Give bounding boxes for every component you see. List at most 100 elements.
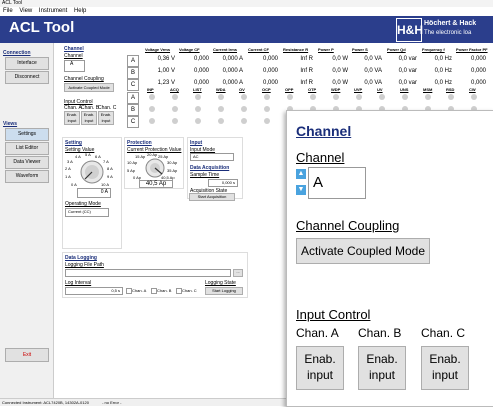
start-logging-button[interactable]: Start Logging xyxy=(205,287,243,295)
data-viewer-button[interactable]: Data Viewer xyxy=(5,156,49,169)
waveform-button[interactable]: Waveform xyxy=(5,170,49,183)
status-led xyxy=(218,118,224,124)
status-led xyxy=(379,94,385,100)
measurement-cell: Inf R xyxy=(300,80,313,86)
menu-instrument[interactable]: Instrument xyxy=(39,8,67,14)
knob-tick: 1 A xyxy=(65,174,71,179)
zoom-enab-input-b-button[interactable]: Enab. input xyxy=(358,346,406,390)
enab-input-a-button[interactable]: Enab. input xyxy=(64,111,80,125)
connection-heading: Connection xyxy=(3,50,31,56)
browse-button[interactable]: ... xyxy=(233,269,243,277)
app-title: ACL Tool xyxy=(9,19,75,36)
log-interval-field[interactable]: 0,5 s xyxy=(65,287,123,295)
col-header: Resistance R xyxy=(283,47,309,52)
knob-tick: 3 A xyxy=(67,159,73,164)
app-banner: ACL Tool H&H Höchert & Hack The electron… xyxy=(0,16,493,43)
status-led xyxy=(356,94,362,100)
input-panel: Input Input Mode AC Data Acquisition Sam… xyxy=(187,137,243,199)
col-header: Current CF xyxy=(248,47,269,52)
zoom-activate-coupled-mode-button[interactable]: Activate Coupled Mode xyxy=(296,238,430,264)
status-led xyxy=(149,118,155,124)
window-title: ACL Tool xyxy=(2,0,23,6)
sample-time-field[interactable]: 0,000 s xyxy=(208,179,238,187)
status-led xyxy=(195,118,201,124)
input-mode-select[interactable]: AC xyxy=(190,153,234,161)
measurement-cell: 0,0 VA xyxy=(364,56,382,62)
row-label-b: B xyxy=(127,67,139,79)
operating-mode-label: Operating Mode xyxy=(65,201,101,207)
channel-heading: Channel xyxy=(64,46,84,52)
setting-value-field[interactable]: 0 A xyxy=(77,188,111,198)
status-row-a: A xyxy=(127,92,139,104)
setting-heading: Setting xyxy=(65,140,82,146)
measurement-cell: 0,0 VA xyxy=(364,68,382,74)
channel-up-arrow-icon[interactable]: ▲ xyxy=(296,169,306,179)
log-chan-a-label: Chan. A xyxy=(132,288,147,293)
measurement-cell: 0,0 Hz xyxy=(434,80,452,86)
status-led xyxy=(172,118,178,124)
measurement-cell: 0,000 A xyxy=(222,56,243,62)
setting-knob[interactable] xyxy=(79,159,105,185)
status-header: MSM xyxy=(423,87,433,92)
status-row-b: B xyxy=(127,104,139,116)
measurement-cell: 0,000 xyxy=(262,68,278,74)
col-header: Voltage Vrms xyxy=(145,47,171,52)
channel-selector[interactable]: A xyxy=(64,60,85,72)
zoom-enab-input-a-button[interactable]: Enab. input xyxy=(296,346,344,390)
log-interval-label: Log Interval xyxy=(65,280,92,286)
measurement-cell: 0,0 Hz xyxy=(434,56,452,62)
enab-input-b-button[interactable]: Enab. input xyxy=(81,111,97,125)
logging-file-path-label: Logging File Path xyxy=(65,262,104,268)
status-led xyxy=(287,94,293,100)
menu-view[interactable]: View xyxy=(19,8,32,14)
measurement-cell: 0,0 var xyxy=(398,56,417,62)
measurement-cell: 1,00 V xyxy=(157,68,175,74)
status-header: LIST xyxy=(193,87,202,92)
status-led xyxy=(425,94,431,100)
protection-tick: 30 Ap xyxy=(167,160,178,165)
protection-value: 40,5 Ap xyxy=(145,181,167,187)
interface-button[interactable]: Interface xyxy=(5,57,49,70)
col-header: Power Factor PF xyxy=(456,47,488,52)
disconnect-button[interactable]: Disconnect xyxy=(5,71,49,84)
status-header: RSD xyxy=(446,87,455,92)
logging-file-path-field[interactable] xyxy=(65,269,231,277)
log-chan-c-label: Chan. C xyxy=(182,288,197,293)
list-editor-button[interactable]: List Editor xyxy=(5,142,49,155)
status-header: ACQ xyxy=(170,87,179,92)
protection-panel: Protection Current Protection Value 15 A… xyxy=(124,137,184,189)
knob-tick: 8 A xyxy=(107,166,113,171)
channel-value: A xyxy=(70,61,74,67)
exit-button[interactable]: Exit xyxy=(5,348,49,362)
settings-button[interactable]: Settings xyxy=(5,128,49,141)
status-led xyxy=(149,106,155,112)
menu-file[interactable]: File xyxy=(3,8,13,14)
zoom-channel-selector[interactable]: A xyxy=(308,167,366,199)
zoom-channel-coupling-label: Channel Coupling xyxy=(296,218,400,233)
log-chan-b-label: Chan. B xyxy=(157,288,172,293)
protection-value-field[interactable]: 40,5 Ap xyxy=(139,180,173,188)
menu-help[interactable]: Help xyxy=(74,8,86,14)
activate-coupled-mode-button[interactable]: Activate Coupled Mode xyxy=(64,83,114,92)
zoom-enab-input-c-button[interactable]: Enab. input xyxy=(421,346,469,390)
log-interval-value: 0,5 s xyxy=(111,288,120,293)
measurement-cell: 0,0 var xyxy=(398,80,417,86)
status-led xyxy=(264,94,270,100)
protection-tick: 20 Ap xyxy=(147,152,158,157)
measurement-cell: 0,0 Hz xyxy=(434,68,452,74)
data-logging-panel: Data Logging Logging File Path ... Log I… xyxy=(62,252,248,298)
company-name: Höchert & Hack xyxy=(424,20,477,27)
measurement-cell: 0,000 xyxy=(470,80,486,86)
connected-instrument-text: Connected Instrument: ACL7420B, 14302A-0… xyxy=(2,400,89,405)
measurement-cell: 0,0 W xyxy=(332,68,348,74)
protection-tick: 10 Ap xyxy=(127,160,138,165)
enab-input-c-button[interactable]: Enab. input xyxy=(98,111,114,125)
channel-down-arrow-icon[interactable]: ▼ xyxy=(296,185,306,195)
status-header: WDP xyxy=(331,87,341,92)
start-acquisition-button[interactable]: Start Acquisition xyxy=(189,193,235,201)
protection-knob[interactable] xyxy=(144,158,166,178)
status-header: OV xyxy=(239,87,245,92)
company-tagline: The electronic loa xyxy=(424,30,472,36)
operating-mode-select[interactable]: Current (CC) xyxy=(65,208,109,217)
window-titlebar: ACL Tool xyxy=(0,0,493,7)
